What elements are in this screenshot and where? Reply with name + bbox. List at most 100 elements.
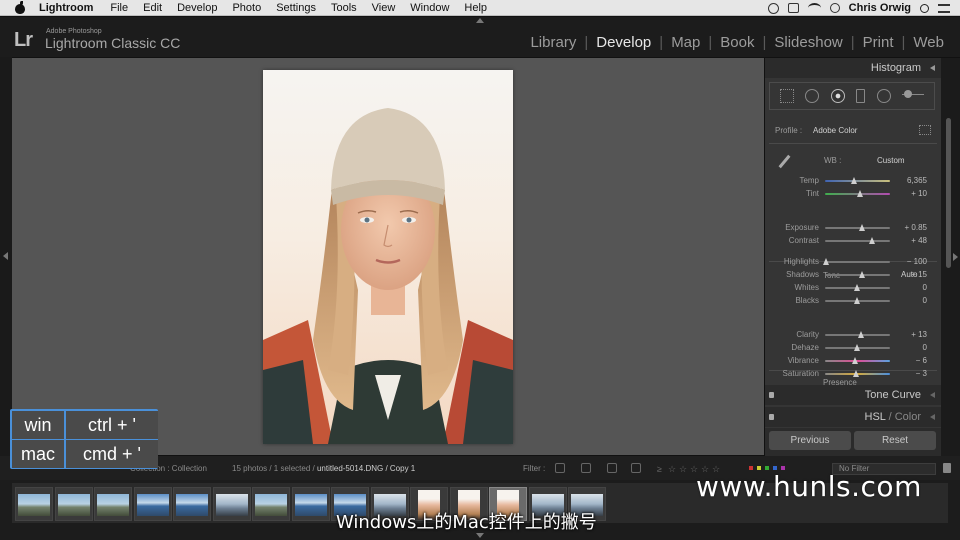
module-book[interactable]: Book	[712, 34, 762, 51]
slider-value[interactable]: 0	[923, 296, 927, 305]
flag-filter-icon[interactable]	[555, 463, 565, 473]
slider-track[interactable]	[822, 258, 890, 265]
slider-track[interactable]	[825, 357, 890, 364]
right-panel-scrollbar[interactable]	[941, 58, 960, 456]
reset-button[interactable]: Reset	[854, 431, 936, 450]
slider-value[interactable]: + 13	[911, 330, 927, 339]
menu-photo[interactable]: Photo	[232, 2, 261, 14]
slider-track[interactable]	[825, 177, 890, 184]
edited-filter-icon[interactable]	[631, 463, 641, 473]
filmstrip-thumbnail[interactable]	[173, 487, 211, 521]
apple-icon[interactable]	[13, 0, 27, 14]
expand-tone-curve-icon[interactable]	[930, 392, 935, 398]
filmstrip-thumbnail[interactable]	[15, 487, 53, 521]
filmstrip-thumbnail[interactable]	[212, 487, 251, 521]
spot-removal-icon[interactable]	[805, 89, 820, 103]
menu-settings[interactable]: Settings	[276, 2, 316, 14]
slider-value[interactable]: 0	[923, 283, 927, 292]
star-icon[interactable]: ☆	[668, 464, 676, 475]
slider-thumb[interactable]	[850, 177, 857, 184]
module-print[interactable]: Print	[855, 34, 902, 51]
tone-curve-panel-header[interactable]: Tone Curve	[765, 385, 941, 405]
menu-edit[interactable]: Edit	[143, 2, 162, 14]
menu-view[interactable]: View	[372, 2, 396, 14]
module-web[interactable]: Web	[905, 34, 952, 51]
slider-thumb[interactable]	[822, 258, 829, 265]
wifi-icon[interactable]	[807, 3, 821, 13]
slider-track[interactable]	[825, 271, 890, 278]
filter-lock-icon[interactable]	[943, 463, 951, 473]
filmstrip-thumbnail[interactable]	[94, 487, 132, 521]
user-icon[interactable]	[829, 3, 840, 13]
white-balance-picker-icon[interactable]	[777, 154, 791, 168]
collapse-right-panel-icon[interactable]	[953, 253, 958, 261]
rejected-filter-icon[interactable]	[607, 463, 617, 473]
slider-thumb[interactable]	[858, 271, 865, 278]
adjustment-brush-icon[interactable]	[902, 90, 925, 102]
menu-file[interactable]: File	[110, 2, 128, 14]
slider-value[interactable]: + 15	[911, 270, 927, 279]
slider-thumb[interactable]	[854, 297, 860, 304]
crop-overlay-icon[interactable]	[779, 89, 794, 103]
main-photo[interactable]	[263, 70, 513, 444]
display-icon[interactable]	[787, 3, 799, 13]
hsl-color-panel-header[interactable]: HSL / Color	[765, 407, 941, 427]
color-tab[interactable]: Color	[895, 411, 921, 423]
slider-value[interactable]: 6,365	[907, 176, 927, 185]
slider-track[interactable]	[825, 297, 890, 304]
menu-develop[interactable]: Develop	[177, 2, 217, 14]
user-name[interactable]: Chris Orwig	[849, 2, 911, 14]
red-eye-icon[interactable]	[830, 89, 845, 103]
slider-value[interactable]: + 10	[911, 189, 927, 198]
slider-value[interactable]: 0	[923, 343, 927, 352]
profile-browser-icon[interactable]	[919, 125, 931, 135]
slider-thumb[interactable]	[859, 224, 866, 231]
slider-thumb[interactable]	[852, 370, 859, 377]
filmstrip-thumbnail[interactable]	[252, 487, 290, 521]
profile-dropdown[interactable]: Adobe Color	[813, 126, 857, 135]
rating-operator-icon[interactable]: ≥	[657, 464, 662, 474]
slider-value[interactable]: + 0.85	[905, 223, 927, 232]
spotlight-search-icon[interactable]	[920, 3, 929, 13]
slider-track[interactable]	[825, 370, 890, 377]
slider-track[interactable]	[825, 190, 890, 197]
slider-value[interactable]: − 100	[907, 257, 927, 266]
menu-app-lightroom[interactable]: Lightroom	[39, 2, 93, 14]
module-develop[interactable]: Develop	[588, 34, 659, 51]
notification-center-icon[interactable]	[938, 3, 950, 13]
previous-button[interactable]: Previous	[769, 431, 851, 450]
filmstrip-thumbnail[interactable]	[133, 487, 172, 521]
menu-help[interactable]: Help	[464, 2, 487, 14]
radial-filter-icon[interactable]	[876, 89, 891, 103]
menu-window[interactable]: Window	[410, 2, 449, 14]
graduated-filter-icon[interactable]	[856, 89, 866, 103]
panel-toggle-switch[interactable]	[769, 414, 774, 420]
module-library[interactable]: Library	[522, 34, 584, 51]
slider-track[interactable]	[825, 344, 890, 351]
histogram-panel-header[interactable]: Histogram	[765, 58, 941, 78]
slider-track[interactable]	[825, 331, 890, 338]
slider-track[interactable]	[825, 284, 890, 291]
collapse-histogram-icon[interactable]	[930, 65, 935, 71]
slider-value[interactable]: − 3	[916, 369, 927, 378]
menu-tools[interactable]: Tools	[331, 2, 357, 14]
left-panel-edge[interactable]	[0, 57, 12, 457]
unflagged-filter-icon[interactable]	[581, 463, 591, 473]
filmstrip-thumbnail[interactable]	[291, 487, 330, 521]
slider-thumb[interactable]	[857, 331, 864, 338]
module-map[interactable]: Map	[663, 34, 708, 51]
slider-thumb[interactable]	[868, 237, 875, 244]
hsl-tab[interactable]: HSL	[865, 411, 886, 423]
slider-track[interactable]	[825, 224, 890, 231]
slider-thumb[interactable]	[857, 190, 864, 197]
slider-track[interactable]	[825, 237, 890, 244]
filmstrip-thumbnail[interactable]	[54, 487, 93, 521]
slider-thumb[interactable]	[854, 344, 860, 351]
expand-left-panel-icon[interactable]	[3, 252, 8, 260]
wb-dropdown[interactable]: Custom	[877, 156, 905, 165]
slider-value[interactable]: − 6	[916, 356, 927, 365]
module-slideshow[interactable]: Slideshow	[766, 34, 850, 51]
scrollbar-thumb[interactable]	[946, 118, 951, 268]
slider-value[interactable]: + 48	[911, 236, 927, 245]
star-icon[interactable]: ☆	[679, 464, 687, 475]
